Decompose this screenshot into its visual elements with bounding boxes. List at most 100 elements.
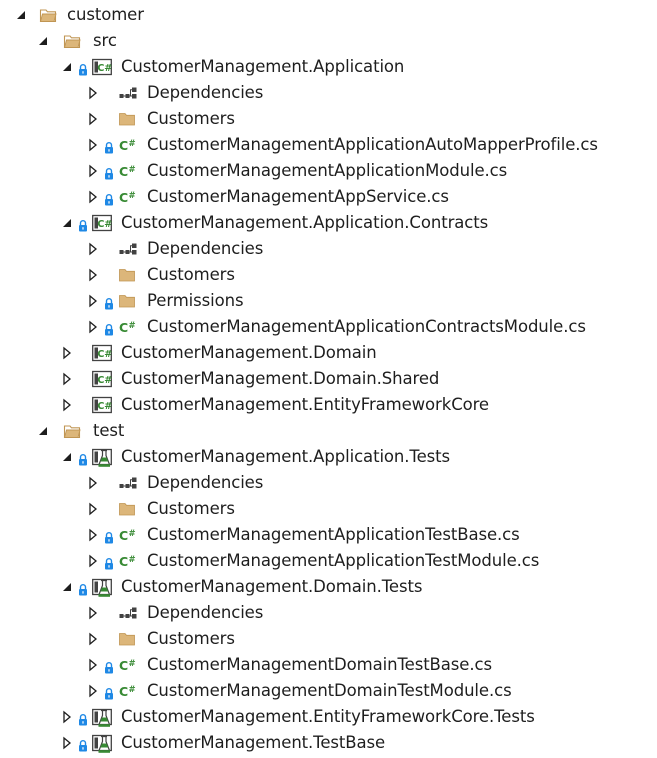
tree-node-testproj[interactable]: CustomerManagement.Domain.Tests bbox=[0, 574, 657, 600]
chevron-down-icon[interactable] bbox=[36, 33, 50, 49]
chevron-right-icon[interactable] bbox=[60, 345, 74, 361]
folder-icon bbox=[118, 110, 136, 128]
tree-node-label: CustomerManagement.Domain.Shared bbox=[121, 369, 440, 388]
chevron-right-icon[interactable] bbox=[86, 85, 100, 101]
chevron-right-icon[interactable] bbox=[86, 631, 100, 647]
tree-node-dependencies[interactable]: Dependencies bbox=[0, 470, 657, 496]
tree-node-csfile[interactable]: C # CustomerManagementDomainTestBase.cs bbox=[0, 652, 657, 678]
chevron-right-icon[interactable] bbox=[86, 111, 100, 127]
tree-node-csproj[interactable]: C# CustomerManagement.Domain bbox=[0, 340, 657, 366]
chevron-right-icon[interactable] bbox=[86, 163, 100, 179]
chevron-right-icon[interactable] bbox=[86, 241, 100, 257]
solution-explorer-tree: customer src C# CustomerManagement.Applic… bbox=[0, 0, 657, 756]
chevron-down-icon[interactable] bbox=[60, 59, 74, 75]
lock-icon bbox=[78, 737, 88, 752]
tree-node-csproj[interactable]: C# CustomerManagement.Application.Contrac… bbox=[0, 210, 657, 236]
tree-node-csfile[interactable]: C # CustomerManagementApplicationTestBase… bbox=[0, 522, 657, 548]
chevron-right-icon[interactable] bbox=[86, 189, 100, 205]
folder-icon bbox=[118, 292, 136, 310]
tree-node-folder-open[interactable]: src bbox=[0, 28, 657, 54]
folder-icon bbox=[118, 266, 136, 284]
chevron-down-icon[interactable] bbox=[60, 215, 74, 231]
svg-text:C: C bbox=[119, 320, 128, 335]
svg-text:C: C bbox=[119, 684, 128, 699]
svg-text:#: # bbox=[129, 685, 136, 695]
tree-node-csfile[interactable]: C # CustomerManagementApplicationTestModu… bbox=[0, 548, 657, 574]
tree-node-folder[interactable]: Customers bbox=[0, 106, 657, 132]
chevron-right-icon[interactable] bbox=[86, 683, 100, 699]
chevron-right-icon[interactable] bbox=[86, 605, 100, 621]
tree-node-csproj[interactable]: C# CustomerManagement.EntityFrameworkCore bbox=[0, 392, 657, 418]
csharp-project-icon: C# bbox=[92, 58, 112, 76]
dependencies-icon bbox=[118, 474, 137, 492]
tree-node-testproj[interactable]: CustomerManagement.TestBase bbox=[0, 730, 657, 756]
svg-text:C: C bbox=[119, 658, 128, 673]
chevron-right-icon[interactable] bbox=[86, 527, 100, 543]
svg-text:#: # bbox=[129, 191, 136, 201]
tree-node-label: CustomerManagementApplicationTestModule.… bbox=[147, 551, 540, 570]
tree-node-dependencies[interactable]: Dependencies bbox=[0, 236, 657, 262]
chevron-down-icon[interactable] bbox=[60, 579, 74, 595]
tree-node-label: CustomerManagement.EntityFrameworkCore.T… bbox=[121, 707, 535, 726]
tree-node-label: test bbox=[93, 421, 125, 440]
lock-icon bbox=[104, 191, 114, 206]
svg-text:C#: C# bbox=[97, 401, 112, 412]
tree-node-folder[interactable]: Permissions bbox=[0, 288, 657, 314]
tree-node-label: CustomerManagementApplicationTestBase.cs bbox=[147, 525, 520, 544]
svg-text:#: # bbox=[129, 555, 136, 565]
chevron-right-icon[interactable] bbox=[86, 553, 100, 569]
lock-icon bbox=[104, 529, 114, 544]
chevron-right-icon[interactable] bbox=[60, 371, 74, 387]
chevron-right-icon[interactable] bbox=[60, 397, 74, 413]
test-project-icon bbox=[92, 448, 112, 467]
chevron-right-icon[interactable] bbox=[86, 137, 100, 153]
test-project-icon bbox=[92, 708, 112, 727]
chevron-down-icon[interactable] bbox=[60, 449, 74, 465]
chevron-right-icon[interactable] bbox=[60, 735, 74, 751]
chevron-right-icon[interactable] bbox=[86, 267, 100, 283]
svg-text:C: C bbox=[119, 528, 128, 543]
tree-node-label: CustomerManagement.Application.Contracts bbox=[121, 213, 489, 232]
tree-node-label: CustomerManagementDomainTestBase.cs bbox=[147, 655, 492, 674]
tree-node-label: CustomerManagementDomainTestModule.cs bbox=[147, 681, 512, 700]
chevron-right-icon[interactable] bbox=[86, 501, 100, 517]
tree-node-folder-open[interactable]: customer bbox=[0, 2, 657, 28]
tree-node-testproj[interactable]: CustomerManagement.EntityFrameworkCore.T… bbox=[0, 704, 657, 730]
tree-node-testproj[interactable]: CustomerManagement.Application.Tests bbox=[0, 444, 657, 470]
tree-node-csproj[interactable]: C# CustomerManagement.Domain.Shared bbox=[0, 366, 657, 392]
tree-node-csfile[interactable]: C # CustomerManagementApplicationModule.c… bbox=[0, 158, 657, 184]
lock-icon bbox=[104, 139, 114, 154]
dependencies-icon bbox=[118, 240, 137, 258]
tree-node-folder[interactable]: Customers bbox=[0, 262, 657, 288]
folder-icon bbox=[118, 500, 136, 518]
tree-node-csfile[interactable]: C # CustomerManagementAppService.cs bbox=[0, 184, 657, 210]
csharp-file-icon: C # bbox=[118, 136, 136, 154]
chevron-right-icon[interactable] bbox=[86, 293, 100, 309]
csharp-file-icon: C # bbox=[118, 318, 136, 336]
svg-text:C#: C# bbox=[97, 375, 112, 386]
chevron-down-icon[interactable] bbox=[14, 7, 28, 23]
chevron-right-icon[interactable] bbox=[86, 657, 100, 673]
csharp-file-icon: C # bbox=[118, 552, 136, 570]
chevron-down-icon[interactable] bbox=[36, 423, 50, 439]
tree-node-csfile[interactable]: C # CustomerManagementDomainTestModule.cs bbox=[0, 678, 657, 704]
svg-text:C: C bbox=[119, 554, 128, 569]
tree-node-label: CustomerManagement.TestBase bbox=[121, 733, 386, 752]
tree-node-folder[interactable]: Customers bbox=[0, 626, 657, 652]
tree-node-folder[interactable]: Customers bbox=[0, 496, 657, 522]
tree-node-csproj[interactable]: C# CustomerManagement.Application bbox=[0, 54, 657, 80]
test-project-icon bbox=[92, 578, 112, 597]
tree-node-csfile[interactable]: C # CustomerManagementApplicationContract… bbox=[0, 314, 657, 340]
tree-node-csfile[interactable]: C # CustomerManagementApplicationAutoMapp… bbox=[0, 132, 657, 158]
open-folder-icon bbox=[39, 6, 57, 24]
chevron-right-icon[interactable] bbox=[86, 319, 100, 335]
tree-node-dependencies[interactable]: Dependencies bbox=[0, 80, 657, 106]
test-project-icon bbox=[92, 734, 112, 753]
chevron-right-icon[interactable] bbox=[86, 475, 100, 491]
tree-node-folder-open[interactable]: test bbox=[0, 418, 657, 444]
tree-node-dependencies[interactable]: Dependencies bbox=[0, 600, 657, 626]
csharp-file-icon: C # bbox=[118, 682, 136, 700]
chevron-right-icon[interactable] bbox=[60, 709, 74, 725]
tree-node-label: Customers bbox=[147, 109, 235, 128]
tree-node-label: CustomerManagement.Application.Tests bbox=[121, 447, 451, 466]
